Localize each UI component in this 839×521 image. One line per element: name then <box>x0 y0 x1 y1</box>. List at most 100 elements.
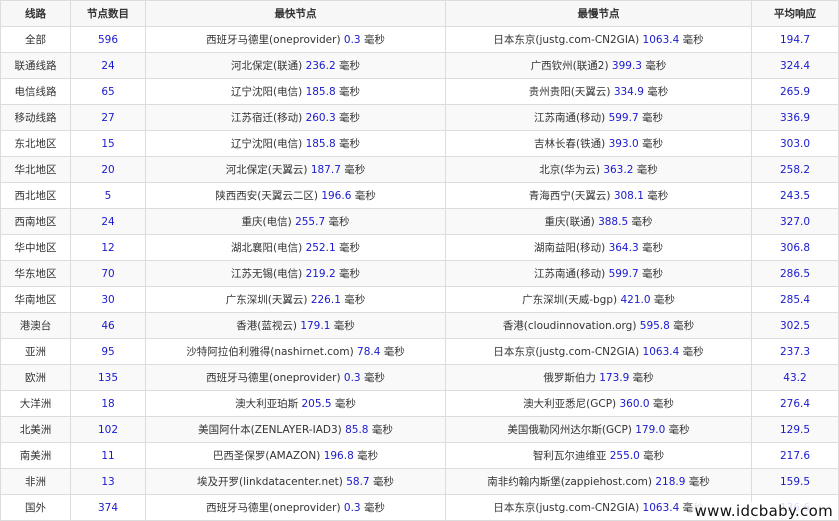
node-count: 5 <box>104 189 112 202</box>
fastest-node-ms: 226.1 <box>310 294 341 306</box>
slowest-node-name: 香港(cloudinnovation.org) <box>502 320 637 332</box>
unit-label: 毫秒 <box>631 216 653 228</box>
slowest-node-ms: 595.8 <box>639 320 670 332</box>
fastest-cell: 辽宁沈阳(电信) 185.8 毫秒 <box>145 78 446 105</box>
average-cell: 265.9 <box>751 78 839 105</box>
route-label: 全部 <box>25 34 46 46</box>
table-header-row: 线路 节点数目 最快节点 最慢节点 平均响应 <box>0 0 839 27</box>
node-count: 95 <box>101 345 115 358</box>
route-cell: 移动线路 <box>0 104 71 131</box>
unit-label: 毫秒 <box>636 164 658 176</box>
fastest-node-name: 河北保定(天翼云) <box>225 164 308 176</box>
fastest-cell: 沙特阿拉伯利雅得(nashirnet.com) 78.4 毫秒 <box>145 338 446 365</box>
route-label: 联通线路 <box>14 60 57 72</box>
fastest-cell: 西班牙马德里(oneprovider) 0.3 毫秒 <box>145 494 446 521</box>
fastest-node-ms: 187.7 <box>310 164 341 176</box>
slowest-node-name: 日本东京(justg.com-CN2GIA) <box>493 34 640 46</box>
count-cell: 20 <box>70 156 146 183</box>
node-count: 13 <box>101 475 115 488</box>
header-count: 节点数目 <box>70 0 146 27</box>
route-cell: 非洲 <box>0 468 71 495</box>
fastest-node-name: 西班牙马德里(oneprovider) <box>206 372 341 384</box>
unit-label: 毫秒 <box>632 372 654 384</box>
average-ms: 336.9 <box>779 111 811 124</box>
route-label: 大洋洲 <box>19 398 52 410</box>
fastest-node-ms: 85.8 <box>345 424 369 436</box>
table-body: 全部 596 西班牙马德里(oneprovider) 0.3 毫秒 日本东京(just… <box>0 26 839 521</box>
route-cell: 国外 <box>0 494 71 521</box>
table-row: 亚洲 95 沙特阿拉伯利雅得(nashirnet.com) 78.4 毫秒 日本东京(… <box>0 338 839 365</box>
slowest-node-name: 广东深圳(天威-bgp) <box>522 294 618 306</box>
slowest-node-ms: 393.0 <box>608 138 639 150</box>
average-ms: 159.5 <box>779 475 811 488</box>
unit-label: 毫秒 <box>338 60 360 72</box>
route-label: 华东地区 <box>14 268 57 280</box>
table-row: 东北地区 15 辽宁沈阳(电信) 185.8 毫秒 吉林长春(铁通) 393.0 毫秒… <box>0 130 839 157</box>
route-label: 国外 <box>25 502 46 514</box>
table-row: 华北地区 20 河北保定(天翼云) 187.7 毫秒 北京(华为云) 363.2 毫秒… <box>0 156 839 183</box>
unit-label: 毫秒 <box>673 320 695 332</box>
count-cell: 27 <box>70 104 146 131</box>
fastest-cell: 埃及开罗(linkdatacenter.net) 58.7 毫秒 <box>145 468 446 495</box>
average-ms: 265.9 <box>779 85 811 98</box>
slowest-node-ms: 255.0 <box>609 450 640 462</box>
slowest-node-name: 江苏南通(移动) <box>534 268 606 280</box>
slowest-node-name: 日本东京(justg.com-CN2GIA) <box>493 502 640 514</box>
count-cell: 24 <box>70 208 146 235</box>
slowest-node-name: 广西钦州(联通2) <box>530 60 609 72</box>
slowest-node-ms: 399.3 <box>611 60 642 72</box>
slowest-node-ms: 599.7 <box>608 112 639 124</box>
fastest-cell: 澳大利亚珀斯 205.5 毫秒 <box>145 390 446 417</box>
fastest-node-name: 埃及开罗(linkdatacenter.net) <box>197 476 343 488</box>
unit-label: 毫秒 <box>344 164 366 176</box>
route-label: 欧洲 <box>25 372 46 384</box>
route-cell: 华中地区 <box>0 234 71 261</box>
average-cell: 327.0 <box>751 208 839 235</box>
fastest-node-name: 辽宁沈阳(电信) <box>231 86 303 98</box>
table-row: 西南地区 24 重庆(电信) 255.7 毫秒 重庆(联通) 388.5 毫秒 327.… <box>0 208 839 235</box>
fastest-node-name: 美国阿什本(ZENLAYER-IAD3) <box>198 424 342 436</box>
table-row: 非洲 13 埃及开罗(linkdatacenter.net) 58.7 毫秒 南非约翰… <box>0 468 839 495</box>
route-cell: 大洋洲 <box>0 390 71 417</box>
fastest-node-ms: 78.4 <box>357 346 381 358</box>
slowest-node-name: 江苏南通(移动) <box>534 112 606 124</box>
watermark: www.idcbaby.com <box>692 502 835 520</box>
slowest-cell: 青海西宁(天翼云) 308.1 毫秒 <box>445 182 752 209</box>
slowest-node-name: 重庆(联通) <box>544 216 595 228</box>
header-slowest: 最慢节点 <box>445 0 752 27</box>
slowest-cell: 香港(cloudinnovation.org) 595.8 毫秒 <box>445 312 752 339</box>
fastest-node-name: 湖北襄阳(电信) <box>231 242 303 254</box>
slowest-cell: 日本东京(justg.com-CN2GIA) 1063.4 毫秒 <box>445 26 752 53</box>
average-ms: 129.5 <box>779 423 811 436</box>
slowest-cell: 重庆(联通) 388.5 毫秒 <box>445 208 752 235</box>
table-row: 华中地区 12 湖北襄阳(电信) 252.1 毫秒 湖南益阳(移动) 364.3 毫秒… <box>0 234 839 261</box>
slowest-node-ms: 179.0 <box>635 424 666 436</box>
node-count: 46 <box>101 319 115 332</box>
fastest-node-name: 重庆(电信) <box>241 216 292 228</box>
fastest-node-name: 巴西圣保罗(AMAZON) <box>212 450 321 462</box>
count-cell: 11 <box>70 442 146 469</box>
slowest-node-name: 青海西宁(天翼云) <box>528 190 611 202</box>
slowest-cell: 江苏南通(移动) 599.7 毫秒 <box>445 260 752 287</box>
header-route: 线路 <box>0 0 71 27</box>
average-cell: 324.4 <box>751 52 839 79</box>
route-label: 移动线路 <box>14 112 57 124</box>
unit-label: 毫秒 <box>333 320 355 332</box>
unit-label: 毫秒 <box>647 86 669 98</box>
fastest-cell: 重庆(电信) 255.7 毫秒 <box>145 208 446 235</box>
route-cell: 华南地区 <box>0 286 71 313</box>
unit-label: 毫秒 <box>682 34 704 46</box>
average-ms: 285.4 <box>779 293 811 306</box>
unit-label: 毫秒 <box>645 60 667 72</box>
slowest-node-name: 俄罗斯伯力 <box>543 372 596 384</box>
fastest-node-ms: 196.6 <box>321 190 352 202</box>
route-label: 南美洲 <box>19 450 52 462</box>
route-label: 非洲 <box>25 476 46 488</box>
average-ms: 327.0 <box>779 215 811 228</box>
table-row: 北美洲 102 美国阿什本(ZENLAYER-IAD3) 85.8 毫秒 美国俄勒冈州… <box>0 416 839 443</box>
unit-label: 毫秒 <box>334 398 356 410</box>
unit-label: 毫秒 <box>641 268 663 280</box>
slowest-node-ms: 360.0 <box>619 398 650 410</box>
average-cell: 336.9 <box>751 104 839 131</box>
average-cell: 237.3 <box>751 338 839 365</box>
